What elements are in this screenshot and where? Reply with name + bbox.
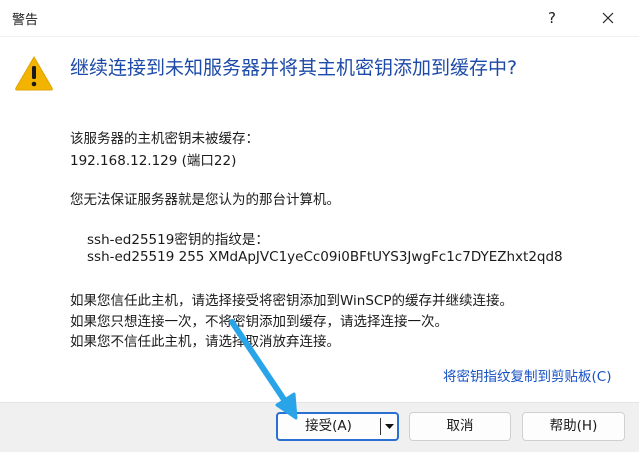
message-line: 该服务器的主机密钥未被缓存： (70, 131, 259, 147)
copy-fingerprint-link[interactable]: 将密钥指纹复制到剪贴板(C) (443, 365, 611, 385)
close-button[interactable] (591, 4, 625, 32)
message-line: 如果您只想连接一次，不将密钥添加到缓存，请选择连接一次。 (70, 314, 448, 330)
accept-button[interactable]: 接受(A) (276, 412, 399, 441)
message-line: 192.168.12.129 (端口22) (70, 153, 237, 169)
message-line: 您无法保证服务器就是您认为的那台计算机。 (70, 192, 340, 208)
fingerprint-value: ssh-ed25519 255 XMdApJVC1yeCc09i0BFtUYS3… (87, 249, 563, 265)
accept-button-label: 接受(A) (305, 418, 352, 434)
message-line: 如果您信任此主机，请选择接受将密钥添加到WinSCP的缓存并继续连接。 (70, 293, 513, 309)
message-line: 如果您不信任此主机，请选择取消放弃连接。 (70, 334, 340, 350)
dialog-heading: 继续连接到未知服务器并将其主机密钥添加到缓存中? (70, 57, 518, 79)
title-bar: 警告 ? (0, 0, 639, 37)
help-button[interactable]: 帮助(H) (522, 412, 625, 441)
dropdown-arrow-icon (385, 424, 394, 429)
fingerprint-label: ssh-ed25519密钥的指纹是： (87, 232, 269, 248)
cancel-button[interactable]: 取消 (409, 412, 511, 441)
help-title-button[interactable]: ? (538, 4, 566, 32)
split-separator (380, 418, 381, 435)
warning-icon (15, 56, 53, 91)
window-title: 警告 (12, 13, 39, 28)
accept-dropdown-button[interactable] (382, 414, 397, 439)
close-icon (602, 12, 614, 24)
